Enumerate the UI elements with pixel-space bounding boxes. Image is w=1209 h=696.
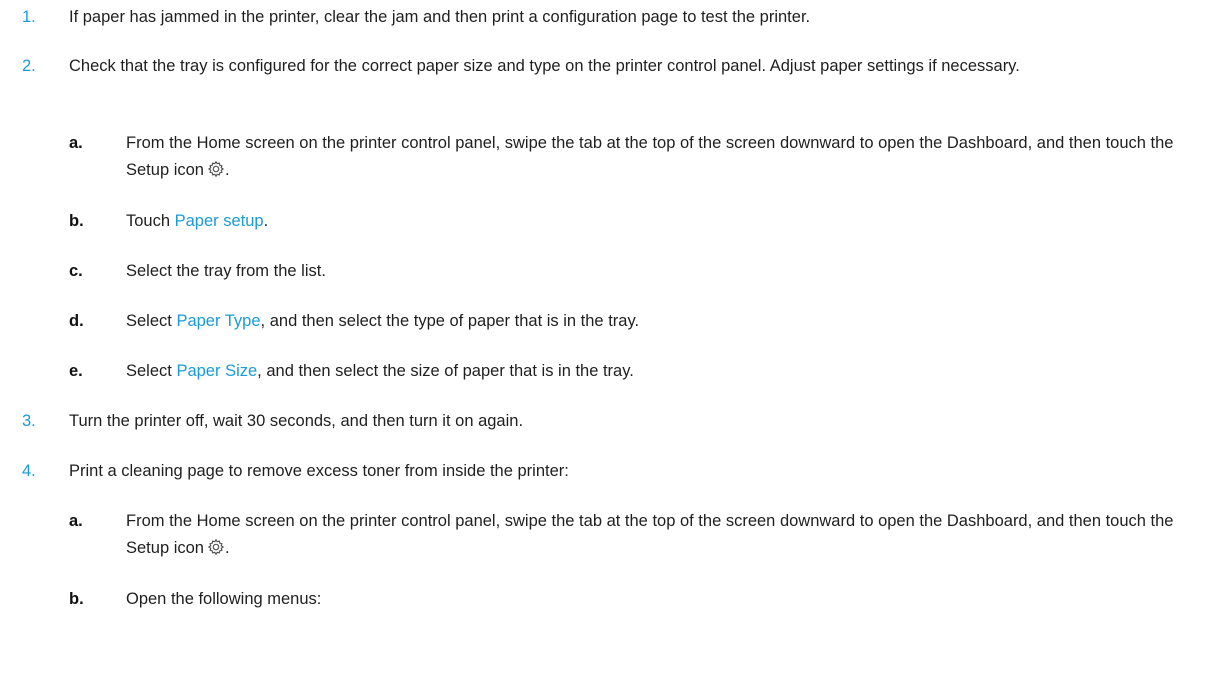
substep-text-after: . [263,212,269,230]
paper-size-link[interactable]: Paper Size [176,362,257,380]
substep-text: From the Home screen on the printer cont… [126,508,1186,562]
substep-letter: b. [69,590,84,608]
substep-text: Select Paper Type, and then select the t… [126,308,1186,335]
gear-icon [207,160,225,178]
substep-letter: a. [69,134,83,152]
paper-type-link[interactable]: Paper Type [176,312,260,330]
substep-text-after: , and then select the size of paper that… [257,362,634,380]
substep-text-after: . [224,539,230,557]
substep-text: Select Paper Size, and then select the s… [126,358,1186,385]
step-number: 4. [22,462,36,480]
substep-text: Touch Paper setup. [126,208,1186,235]
step-number: 3. [22,412,36,430]
substep-text-after: . [224,161,230,179]
step-text: Turn the printer off, wait 30 seconds, a… [69,412,524,430]
substep-letter: e. [69,362,83,380]
substep-text-before: From the Home screen on the printer cont… [126,512,1174,557]
substep-text-before: Select [126,362,177,380]
step-text: Print a cleaning page to remove excess t… [69,462,569,480]
step-number: 1. [22,8,36,26]
step-text: Check that the tray is configured for th… [69,57,1020,75]
step-number: 2. [22,57,36,75]
substep-letter: d. [69,312,84,330]
step-text: If paper has jammed in the printer, clea… [69,8,811,26]
substep-letter: b. [69,212,84,230]
substep-letter: a. [69,512,83,530]
substep-text-after: , and then select the type of paper that… [260,312,640,330]
substep-text-before: Touch [126,212,175,230]
substep-text: From the Home screen on the printer cont… [126,130,1186,184]
substep-text: Select the tray from the list. [126,262,326,280]
paper-setup-link[interactable]: Paper setup [175,212,264,230]
substep-text: Open the following menus: [126,590,322,608]
substep-text-before: Select [126,312,177,330]
substep-text-before: From the Home screen on the printer cont… [126,134,1174,179]
substep-letter: c. [69,262,83,280]
gear-icon [207,538,225,556]
